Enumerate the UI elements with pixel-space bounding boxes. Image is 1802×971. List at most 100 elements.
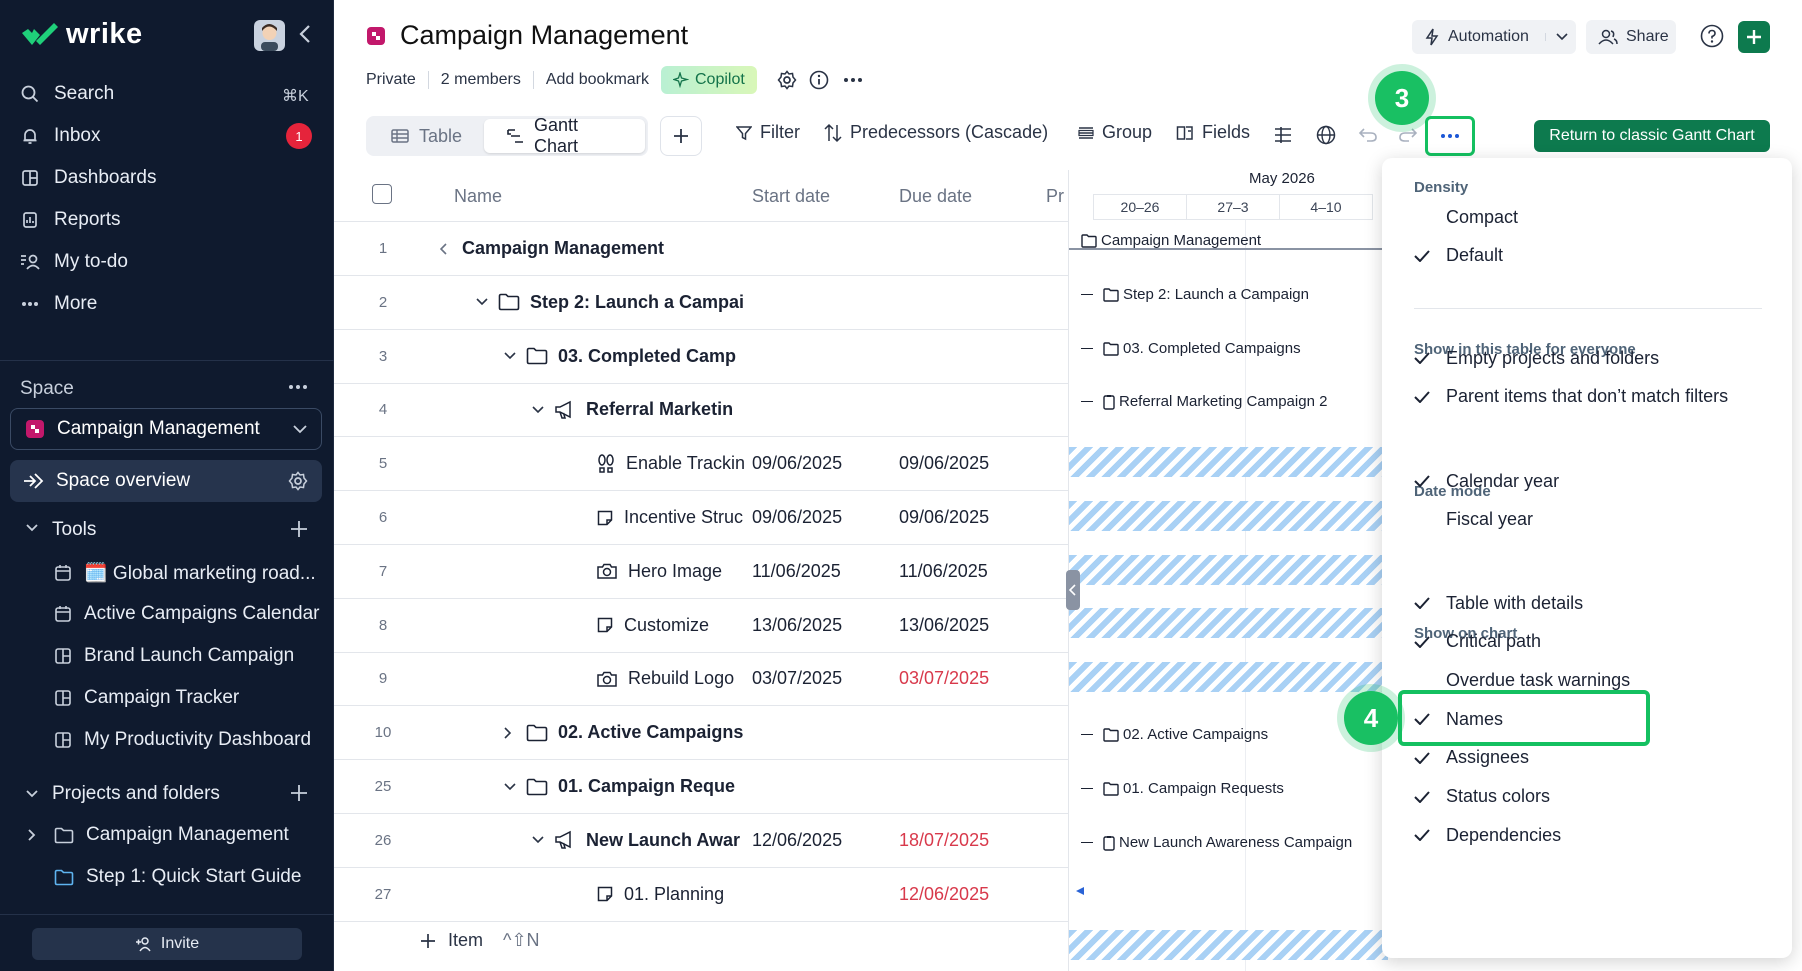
add-new-button[interactable] bbox=[1738, 21, 1770, 53]
collapse-chevron-icon[interactable] bbox=[532, 814, 548, 867]
info-icon[interactable] bbox=[809, 70, 829, 90]
start-date-cell[interactable]: 13/06/2025 bbox=[752, 599, 872, 652]
start-date-cell[interactable]: 03/07/2025 bbox=[752, 652, 872, 705]
due-date-cell[interactable]: 11/06/2025 bbox=[899, 545, 1019, 598]
tab-table[interactable]: Table bbox=[369, 119, 484, 153]
share-button[interactable]: Share bbox=[1586, 20, 1676, 54]
task-name-cell[interactable]: 01. Campaign Reque bbox=[526, 760, 746, 813]
start-date-cell[interactable] bbox=[752, 706, 872, 759]
collapse-chevron-icon[interactable] bbox=[476, 276, 492, 329]
task-name-cell[interactable]: 03. Completed Camp bbox=[526, 330, 746, 383]
table-row[interactable]: 6 Incentive Struc 09/06/2025 09/06/2025 bbox=[334, 491, 1068, 545]
due-date-cell[interactable] bbox=[899, 222, 1019, 275]
table-row[interactable]: 3 03. Completed Camp bbox=[334, 330, 1068, 384]
gantt-task-bar[interactable] bbox=[1069, 555, 1388, 585]
gear-icon[interactable] bbox=[288, 471, 308, 491]
task-name-cell[interactable]: Referral Marketin bbox=[554, 383, 746, 436]
space-more-icon[interactable] bbox=[288, 384, 308, 390]
task-name-cell[interactable]: Campaign Management bbox=[462, 222, 746, 275]
menu-item-table-with-details[interactable]: Table with details bbox=[1414, 588, 1583, 618]
column-header-start-date[interactable]: Start date bbox=[752, 170, 830, 223]
task-name-cell[interactable]: New Launch Awar bbox=[554, 814, 746, 867]
task-name-cell[interactable]: 02. Active Campaigns bbox=[526, 706, 746, 759]
help-icon[interactable] bbox=[1700, 24, 1724, 48]
tool-item-campaign-tracker[interactable]: Campaign Tracker bbox=[54, 687, 239, 709]
table-row[interactable]: 8 Customize 13/06/2025 13/06/2025 bbox=[334, 599, 1068, 653]
start-date-cell[interactable]: 09/06/2025 bbox=[752, 437, 872, 490]
select-all-checkbox[interactable] bbox=[372, 184, 392, 204]
due-date-cell[interactable]: 09/06/2025 bbox=[899, 437, 1019, 490]
wrike-logo[interactable]: wrike bbox=[20, 18, 143, 51]
chevron-down-icon[interactable] bbox=[26, 524, 38, 532]
menu-item-critical-path[interactable]: Critical path bbox=[1414, 627, 1541, 657]
expand-chevron-icon[interactable] bbox=[504, 706, 520, 759]
task-name-cell[interactable]: Step 2: Launch a Campai bbox=[498, 276, 746, 329]
collapse-chevron-icon[interactable] bbox=[504, 330, 520, 383]
due-date-cell[interactable] bbox=[899, 330, 1019, 383]
gantt-task-bar[interactable] bbox=[1069, 447, 1388, 477]
gantt-task-bar[interactable] bbox=[1069, 501, 1388, 531]
column-header-due-date[interactable]: Due date bbox=[899, 170, 972, 223]
collapse-chevron-icon[interactable] bbox=[504, 760, 520, 813]
start-date-cell[interactable]: 11/06/2025 bbox=[752, 545, 872, 598]
space-overview-item[interactable]: Space overview bbox=[10, 460, 322, 502]
members-link[interactable]: 2 members bbox=[441, 71, 521, 89]
task-name-cell[interactable]: Customize bbox=[596, 599, 746, 652]
sidebar-item-reports[interactable]: Reports bbox=[20, 205, 121, 235]
gear-icon[interactable] bbox=[777, 70, 797, 90]
columns-icon[interactable] bbox=[1273, 126, 1293, 144]
due-date-cell[interactable] bbox=[899, 706, 1019, 759]
more-dots-icon[interactable] bbox=[843, 77, 863, 83]
globe-icon[interactable] bbox=[1316, 125, 1336, 145]
table-row[interactable]: 1 Campaign Management bbox=[334, 222, 1068, 276]
due-date-cell[interactable]: 12/06/2025 bbox=[899, 868, 1019, 921]
tool-item-productivity[interactable]: My Productivity Dashboard bbox=[54, 729, 311, 751]
automation-button[interactable]: Automation bbox=[1412, 20, 1576, 54]
gantt-task-bar[interactable] bbox=[1069, 608, 1388, 638]
filter-button[interactable]: Filter bbox=[736, 122, 800, 143]
sidebar-item-dashboards[interactable]: Dashboards bbox=[20, 163, 156, 193]
add-tool-icon[interactable] bbox=[290, 520, 308, 538]
predecessors-button[interactable]: Predecessors (Cascade) bbox=[824, 122, 1048, 143]
undo-icon[interactable] bbox=[1358, 127, 1378, 143]
user-avatar[interactable] bbox=[254, 20, 285, 51]
start-date-cell[interactable] bbox=[752, 383, 872, 436]
gantt-task-bar[interactable] bbox=[1069, 930, 1388, 960]
table-row[interactable]: 4 Referral Marketin bbox=[334, 383, 1068, 438]
chevron-down-icon[interactable] bbox=[1544, 33, 1568, 41]
project-item-step-1[interactable]: Step 1: Quick Start Guide bbox=[54, 866, 301, 888]
copilot-button[interactable]: Copilot bbox=[661, 66, 757, 94]
table-row[interactable]: 7 Hero Image 11/06/2025 11/06/2025 bbox=[334, 545, 1068, 599]
menu-item-default[interactable]: Default bbox=[1414, 241, 1503, 271]
task-name-cell[interactable]: Hero Image bbox=[596, 545, 746, 598]
add-view-button[interactable] bbox=[660, 116, 702, 156]
menu-item-dependencies[interactable]: Dependencies bbox=[1414, 820, 1561, 850]
menu-item-compact[interactable]: Compact bbox=[1414, 202, 1518, 232]
chevron-left-icon[interactable] bbox=[440, 222, 456, 275]
start-date-cell[interactable] bbox=[752, 276, 872, 329]
due-date-cell[interactable] bbox=[899, 760, 1019, 813]
sidebar-search[interactable]: Search bbox=[20, 79, 114, 109]
group-button[interactable]: Group bbox=[1078, 122, 1152, 143]
start-date-cell[interactable] bbox=[752, 868, 872, 921]
invite-button[interactable]: Invite bbox=[32, 928, 302, 960]
table-row[interactable]: 9 Rebuild Logo 03/07/2025 03/07/2025 bbox=[334, 652, 1068, 707]
tool-item-calendar[interactable]: Active Campaigns Calendar bbox=[54, 603, 320, 625]
gantt-task-bar[interactable] bbox=[1069, 662, 1388, 692]
collapse-sidebar-icon[interactable] bbox=[298, 24, 312, 44]
sidebar-item-more[interactable]: More bbox=[20, 289, 97, 319]
column-header-extra[interactable]: Pr bbox=[1046, 170, 1068, 223]
add-project-icon[interactable] bbox=[290, 784, 308, 802]
due-date-cell[interactable] bbox=[899, 276, 1019, 329]
due-date-cell[interactable]: 03/07/2025 bbox=[899, 652, 1019, 705]
more-options-button[interactable] bbox=[1425, 116, 1475, 156]
start-date-cell[interactable] bbox=[752, 330, 872, 383]
sidebar-item-my-todo[interactable]: My to-do bbox=[20, 247, 128, 277]
due-date-cell[interactable]: 18/07/2025 bbox=[899, 814, 1019, 867]
menu-item-status-colors[interactable]: Status colors bbox=[1414, 782, 1550, 812]
task-name-cell[interactable]: 01. Planning bbox=[596, 868, 746, 921]
return-to-classic-button[interactable]: Return to classic Gantt Chart bbox=[1534, 120, 1770, 152]
table-row[interactable]: 27 01. Planning 12/06/2025 bbox=[334, 868, 1068, 922]
fields-button[interactable]: Fields bbox=[1176, 122, 1250, 143]
start-date-cell[interactable]: 12/06/2025 bbox=[752, 814, 872, 867]
